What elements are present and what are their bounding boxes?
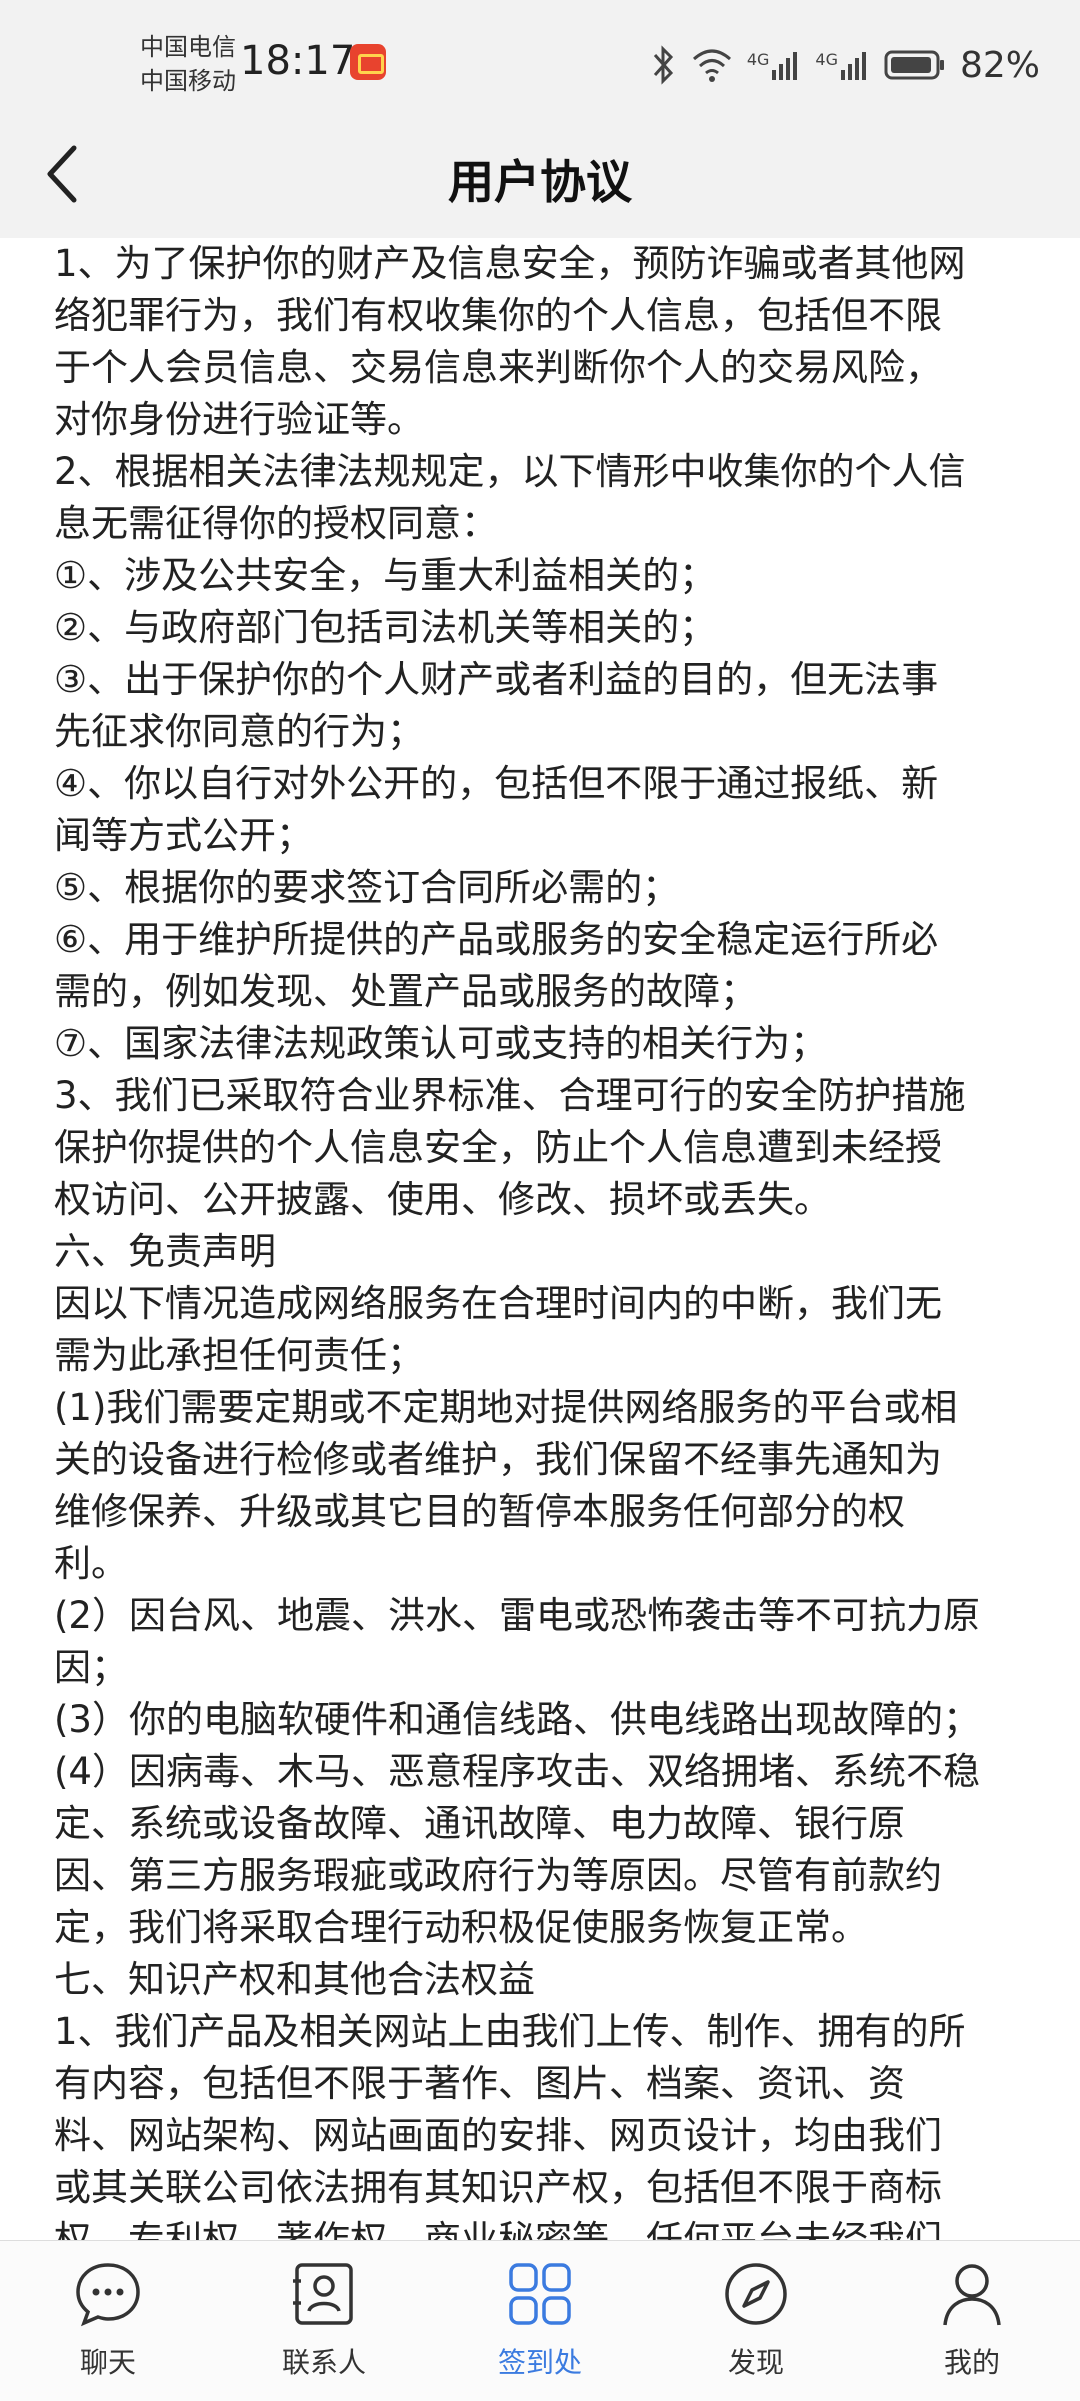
text-line: 2、根据相关法律法规规定，以下情形中收集你的个人信	[54, 450, 966, 493]
text-line: 息无需征得你的授权同意：	[54, 502, 498, 545]
bottom-tab-bar: 聊天 联系人 签到处 发现 我的	[0, 2240, 1080, 2401]
text-line: (4）因病毒、木马、恶意程序攻击、双络拥堵、系统不稳	[54, 1750, 980, 1793]
system-icons: 4G 4G 82%	[651, 40, 1040, 90]
tab-me[interactable]: 我的	[892, 2259, 1052, 2381]
text-line: ②、与政府部门包括司法机关等相关的；	[54, 606, 717, 649]
text-line: 需为此承担任何责任；	[54, 1334, 424, 1377]
bluetooth-icon	[653, 45, 673, 85]
tab-checkin[interactable]: 签到处	[460, 2259, 620, 2381]
text-line: 权、专利权、著作权、商业秘密等。任何平台未经我们	[54, 2218, 942, 2240]
text-line: 六、免责声明	[54, 1230, 276, 1273]
text-line: 于个人会员信息、交易信息来判断你个人的交易风险，	[54, 346, 942, 389]
contact-card-icon	[293, 2263, 353, 2325]
tab-label: 聊天	[79, 2346, 136, 2379]
text-line: ④、你以自行对外公开的，包括但不限于通过报纸、新	[54, 762, 939, 805]
text-line: ⑤、根据你的要求签订合同所必需的；	[54, 866, 680, 909]
chat-bubble-icon	[76, 2263, 140, 2327]
tab-contacts[interactable]: 联系人	[244, 2259, 404, 2381]
text-line: 络犯罪行为，我们有权收集你的个人信息，包括但不限	[54, 294, 942, 337]
text-line: 权访问、公开披露、使用、修改、损坏或丢失。	[54, 1178, 831, 1221]
agreement-text: 五、个人数据保护与授权1、为了保护你的财产及信息安全，预防诈骗或者其他网络犯罪行…	[54, 238, 1044, 2240]
text-line: 维修保养、升级或其它目的暂停本服务任何部分的权	[54, 1490, 905, 1533]
network-type-2: 4G	[815, 50, 838, 69]
text-line: ③、出于保护你的个人财产或者利益的目的，但无法事	[54, 658, 939, 701]
carrier-1: 中国电信	[140, 33, 236, 61]
text-line: 保护你提供的个人信息安全，防止个人信息遭到未经授	[54, 1126, 942, 1169]
text-line: 对你身份进行验证等。	[54, 398, 424, 441]
tab-discover[interactable]: 发现	[676, 2259, 836, 2381]
text-line: ⑦、国家法律法规政策认可或支持的相关行为；	[54, 1022, 828, 1065]
page-title: 用户协议	[448, 155, 632, 209]
text-line: 或其关联公司依法拥有其知识产权，包括但不限于商标	[54, 2166, 942, 2209]
text-line: 先征求你同意的行为；	[54, 710, 424, 753]
signal-2: 4G	[815, 50, 870, 80]
text-line: (3）你的电脑软硬件和通信线路、供电线路出现故障的；	[54, 1698, 980, 1741]
text-line: 七、知识产权和其他合法权益	[54, 1958, 535, 2001]
carrier-2: 中国移动	[140, 67, 236, 95]
text-line: 闻等方式公开；	[54, 814, 313, 857]
person-icon	[943, 2264, 1001, 2326]
text-line: 定，我们将采取合理行动积极促使服务恢复正常。	[54, 1906, 868, 1949]
text-line: 料、网站架构、网站画面的安排、网页设计，均由我们	[54, 2114, 942, 2157]
text-line: 需的，例如发现、处置产品或服务的故障；	[54, 970, 757, 1013]
compass-icon	[725, 2263, 787, 2325]
wifi-icon	[692, 49, 731, 82]
grid-apps-icon	[509, 2263, 571, 2325]
status-bar: 中国电信 中国移动 18:17 4G 4G 82%	[0, 0, 1080, 108]
tab-label: 我的	[943, 2346, 1000, 2379]
app-notification-icon	[350, 44, 386, 80]
agreement-content[interactable]: 五、个人数据保护与授权1、为了保护你的财产及信息安全，预防诈骗或者其他网络犯罪行…	[0, 238, 1080, 2240]
text-line: 关的设备进行检修或者维护，我们保留不经事先通知为	[54, 1438, 942, 1481]
text-line: 3、我们已采取符合业界标准、合理可行的安全防护措施	[54, 1074, 966, 1117]
tab-label: 联系人	[281, 2346, 366, 2379]
text-line: ①、涉及公共安全，与重大利益相关的；	[54, 554, 717, 597]
tab-label: 发现	[727, 2346, 784, 2379]
text-line: 1、为了保护你的财产及信息安全，预防诈骗或者其他网	[54, 242, 966, 285]
signal-1: 4G	[747, 50, 802, 80]
clock: 18:17	[240, 38, 356, 84]
text-line: 因、第三方服务瑕疵或政府行为等原因。尽管有前款约	[54, 1854, 942, 1897]
tab-label: 签到处	[497, 2346, 582, 2379]
text-line: (2）因台风、地震、洪水、雷电或恐怖袭击等不可抗力原	[54, 1594, 980, 1637]
text-line: (1)我们需要定期或不定期地对提供网络服务的平台或相	[54, 1386, 958, 1429]
text-line: 1、我们产品及相关网站上由我们上传、制作、拥有的所	[54, 2010, 966, 2053]
signal-bars-icon	[772, 52, 798, 80]
text-line: ⑥、用于维护所提供的产品或服务的安全稳定运行所必	[54, 918, 939, 961]
tab-chat[interactable]: 聊天	[28, 2259, 188, 2381]
text-line: 利。	[54, 1542, 128, 1585]
battery-percent: 82%	[959, 44, 1040, 86]
text-line: 因；	[54, 1646, 128, 1689]
battery-icon	[884, 50, 944, 80]
text-line: 因以下情况造成网络服务在合理时间内的中断，我们无	[54, 1282, 942, 1325]
signal-bars-icon	[840, 52, 866, 80]
carrier-labels: 中国电信 中国移动	[140, 30, 236, 98]
network-type-1: 4G	[746, 50, 770, 69]
nav-header: 用户协议	[0, 108, 1080, 238]
text-line: 有内容，包括但不限于著作、图片、档案、资讯、资	[54, 2062, 905, 2105]
text-line: 定、系统或设备故障、通讯故障、电力故障、银行原	[54, 1802, 905, 1845]
